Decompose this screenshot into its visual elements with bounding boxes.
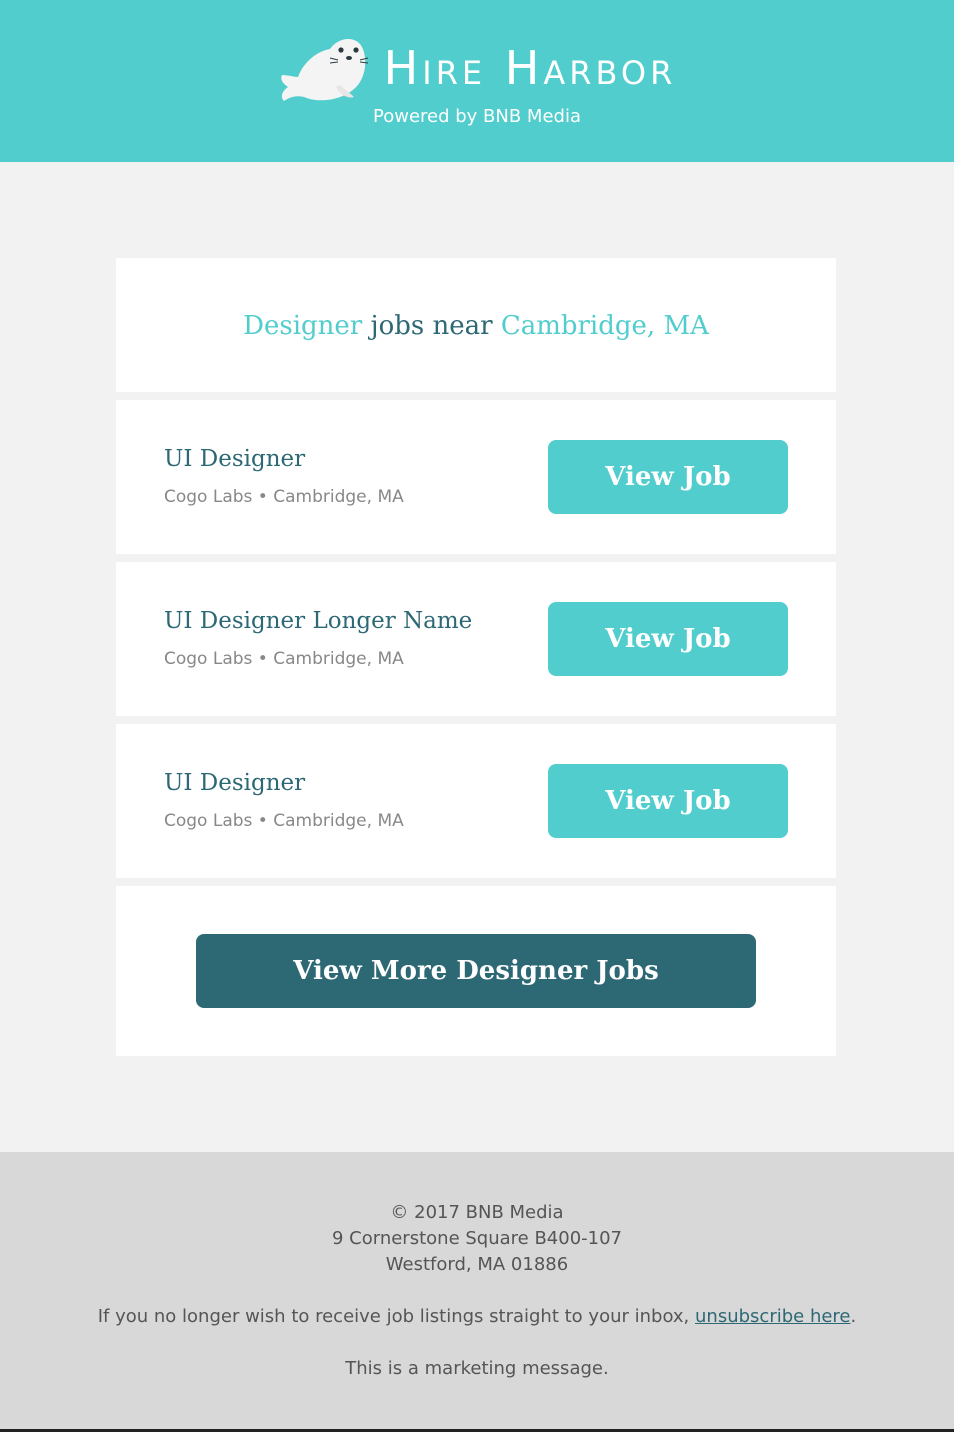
search-role: Designer — [243, 311, 363, 341]
job-title[interactable]: UI Designer — [164, 766, 524, 800]
logo[interactable]: Hire Harbor — [0, 28, 954, 108]
powered-by: Powered by BNB Media — [373, 106, 581, 127]
view-job-button[interactable]: View Job — [548, 440, 788, 514]
job-company: Cogo Labs — [164, 487, 253, 507]
job-company: Cogo Labs — [164, 649, 253, 669]
job-meta: Cogo Labs • Cambridge, MA — [164, 487, 404, 507]
job-title[interactable]: UI Designer — [164, 442, 524, 476]
job-company: Cogo Labs — [164, 811, 253, 831]
brand-name: Hire Harbor — [383, 41, 677, 95]
search-heading-card: Designer jobs near Cambridge, MA — [116, 258, 836, 392]
copyright: © 2017 BNB Media — [390, 1202, 564, 1223]
unsubscribe-link[interactable]: unsubscribe here — [695, 1306, 851, 1327]
search-heading: Designer jobs near Cambridge, MA — [116, 306, 836, 346]
view-job-button[interactable]: View Job — [548, 764, 788, 838]
job-location: Cambridge, MA — [273, 487, 404, 507]
seal-icon — [280, 38, 368, 101]
job-location: Cambridge, MA — [273, 649, 404, 669]
header: Hire Harbor Powered by BNB Media — [0, 0, 954, 162]
search-connector: jobs near — [370, 311, 493, 341]
job-meta: Cogo Labs • Cambridge, MA — [164, 649, 404, 669]
unsubscribe-text: If you no longer wish to receive job lis… — [0, 1304, 954, 1330]
job-card: UI Designer Longer Name Cogo Labs • Camb… — [116, 562, 836, 716]
unsubscribe-suffix: . — [850, 1306, 857, 1327]
view-job-button[interactable]: View Job — [548, 602, 788, 676]
marketing-notice: This is a marketing message. — [345, 1358, 609, 1379]
more-jobs-card: View More Designer Jobs — [116, 886, 836, 1056]
footer: © 2017 BNB Media 9 Cornerstone Square B4… — [0, 1152, 954, 1432]
address-line-1: 9 Cornerstone Square B400-107 — [331, 1228, 623, 1249]
unsubscribe-prefix: If you no longer wish to receive job lis… — [97, 1306, 690, 1327]
job-location: Cambridge, MA — [273, 811, 404, 831]
view-more-jobs-button[interactable]: View More Designer Jobs — [196, 934, 756, 1008]
job-title[interactable]: UI Designer Longer Name — [164, 604, 524, 638]
job-card: UI Designer Cogo Labs • Cambridge, MA Vi… — [116, 724, 836, 878]
address-line-2: Westford, MA 01886 — [385, 1254, 569, 1275]
search-location: Cambridge, MA — [500, 311, 709, 341]
job-meta: Cogo Labs • Cambridge, MA — [164, 811, 404, 831]
job-card: UI Designer Cogo Labs • Cambridge, MA Vi… — [116, 400, 836, 554]
